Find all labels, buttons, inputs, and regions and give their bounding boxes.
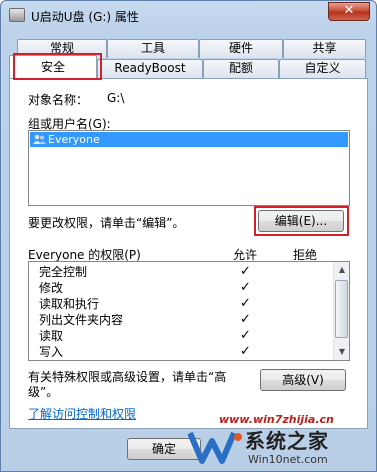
tab-customize[interactable]: 自定义 bbox=[279, 59, 366, 78]
permission-modify: 修改 bbox=[39, 281, 64, 295]
title-bar[interactable]: U启动U盘 (G:) 属性 ✕ bbox=[1, 1, 376, 31]
properties-dialog: U启动U盘 (G:) 属性 ✕ 常规 工具 硬件 共享 安全 ReadyBoos… bbox=[0, 0, 377, 472]
tab-tools[interactable]: 工具 bbox=[107, 39, 199, 58]
watermark-domain: Win10net.com bbox=[248, 453, 328, 466]
tab-security[interactable]: 安全 bbox=[9, 55, 97, 78]
permission-write: 写入 bbox=[39, 345, 64, 359]
permissions-list[interactable]: 完全控制 修改 读取和执行 列出文件夹内容 读取 写入 ✓ ✓ ✓ ✓ ✓ ✓ … bbox=[28, 261, 350, 361]
watermark-brand: 系统之家 bbox=[245, 429, 329, 453]
allow-check-write: ✓ bbox=[240, 344, 251, 359]
allow-check-full-control: ✓ bbox=[240, 264, 251, 279]
tab-hardware[interactable]: 硬件 bbox=[199, 39, 283, 58]
user-item-everyone[interactable]: Everyone bbox=[30, 132, 348, 147]
permission-full-control: 完全控制 bbox=[39, 265, 88, 279]
tab-sharing[interactable]: 共享 bbox=[283, 39, 366, 58]
permissions-scrollbar[interactable]: ▲ ▼ bbox=[333, 262, 349, 360]
drive-icon bbox=[9, 8, 25, 22]
advanced-button[interactable]: 高级(V) bbox=[260, 369, 346, 391]
watermark-logo-icon bbox=[188, 431, 242, 464]
user-list[interactable]: Everyone bbox=[28, 130, 350, 206]
object-name-value: G:\ bbox=[107, 91, 125, 105]
allow-check-read: ✓ bbox=[240, 328, 251, 343]
permission-list-folder: 列出文件夹内容 bbox=[39, 313, 124, 327]
scroll-up-icon[interactable]: ▲ bbox=[334, 262, 349, 278]
edit-button[interactable]: 编辑(E)... bbox=[258, 210, 344, 232]
user-group-icon bbox=[33, 134, 46, 144]
tab-strip: 常规 工具 硬件 共享 安全 ReadyBoost 配额 自定义 bbox=[9, 39, 368, 79]
permission-read-execute: 读取和执行 bbox=[39, 297, 100, 311]
permission-read: 读取 bbox=[39, 329, 64, 343]
security-panel: 对象名称： G:\ 组或用户名(G): Everyone 要更改权限，请单击“编… bbox=[9, 78, 368, 429]
scroll-thumb[interactable] bbox=[335, 280, 348, 338]
close-button[interactable]: ✕ bbox=[328, 2, 370, 21]
window-title: U启动U盘 (G:) 属性 bbox=[31, 10, 139, 24]
edit-prompt: 要更改权限，请单击“编辑”。 bbox=[28, 216, 185, 230]
tab-quota[interactable]: 配额 bbox=[203, 59, 279, 78]
object-name-label: 对象名称： bbox=[28, 93, 89, 107]
user-name: Everyone bbox=[48, 133, 100, 146]
access-control-help-link[interactable]: 了解访问控制和权限 bbox=[28, 405, 136, 422]
tab-readyboost[interactable]: ReadyBoost bbox=[97, 59, 203, 78]
allow-check-list-folder: ✓ bbox=[240, 312, 251, 327]
allow-check-modify: ✓ bbox=[240, 280, 251, 295]
special-permissions-text-line2: 级”。 bbox=[28, 385, 59, 399]
scroll-down-icon[interactable]: ▼ bbox=[334, 344, 349, 360]
allow-check-read-execute: ✓ bbox=[240, 296, 251, 311]
